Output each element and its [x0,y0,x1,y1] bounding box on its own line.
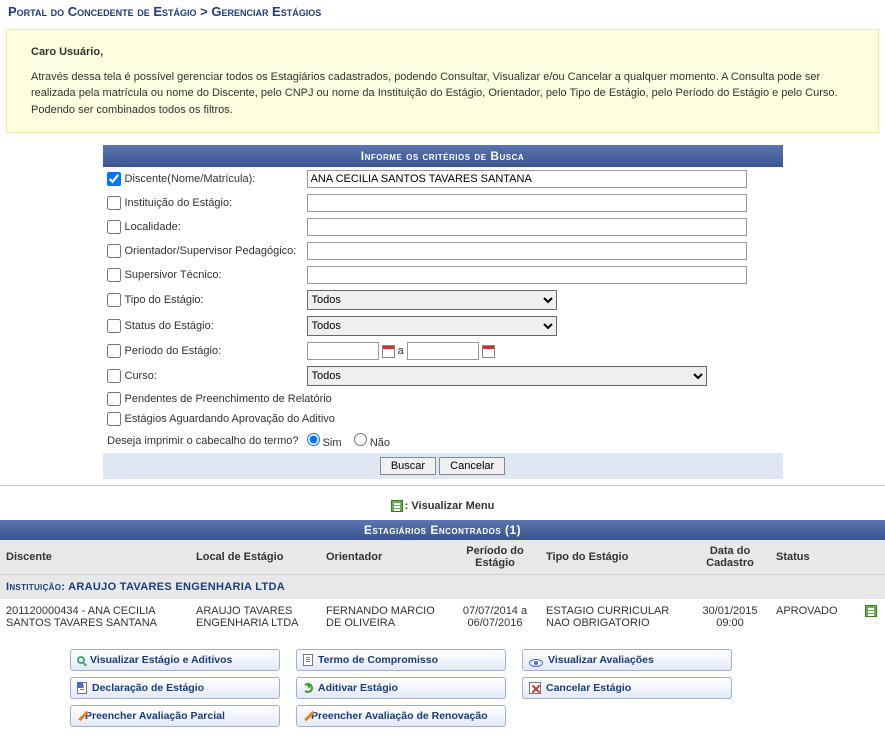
lbl-supervisor: Supersivor Técnico: [125,269,222,281]
refresh-icon [303,683,313,693]
menu-label: Visualizar Estágio e Aditivos [90,654,232,666]
legend-text: : Visualizar Menu [405,500,495,512]
periodo-sep: a [398,345,404,357]
menu-label: Preencher Avaliação Parcial [85,710,225,722]
menu-cancelar-estagio[interactable]: Cancelar Estágio [522,677,732,699]
cancel-icon [529,682,541,694]
chk-discente[interactable] [107,172,121,186]
cell-status: APROVADO [770,599,859,635]
chk-aguardando[interactable] [107,412,121,426]
lbl-print: Deseja imprimir o cabecalho do termo? [107,435,298,447]
select-status[interactable]: Todos [307,316,557,336]
lbl-aguardando: Estágios Aguardando Aprovação do Aditivo [125,413,335,425]
lbl-nao: Não [370,437,390,449]
lbl-curso: Curso: [125,370,157,382]
col-orientador: Orientador [320,540,450,575]
input-instituicao[interactable] [307,194,747,212]
lbl-tipo: Tipo do Estágio: [125,294,204,306]
cell-discente: 201120000434 - ANA CECILIA SANTOS TAVARE… [0,599,190,635]
notice-greeting: Caro Usuário, [31,44,854,61]
inst-name: ARAUJO TAVARES ENGENHARIA LTDA [68,581,285,593]
cell-orientador: FERNANDO MARCIO DE OLIVEIRA [320,599,450,635]
results-header: Estagiários Encontrados (1) [0,520,885,540]
buscar-button[interactable]: Buscar [380,457,436,475]
lbl-localidade: Localidade: [125,221,181,233]
document-icon [303,654,313,666]
menu-declaracao[interactable]: Declaração de Estágio [70,677,280,699]
select-tipo[interactable]: Todos [307,290,557,310]
menu-label: Aditivar Estágio [318,682,398,694]
search-icon [77,656,85,664]
menu-label: Termo de Compromisso [318,654,438,666]
input-periodo-inicio[interactable] [307,342,379,360]
lbl-orientador: Orientador/Supervisor Pedagógico: [125,245,297,257]
cancelar-button[interactable]: Cancelar [439,457,505,475]
results-table: Discente Local de Estágio Orientador Per… [0,540,885,741]
chk-curso[interactable] [107,369,121,383]
col-periodo: Período do Estágio [450,540,540,575]
table-header-row: Discente Local de Estágio Orientador Per… [0,540,885,575]
cell-cadastro: 30/01/2015 09:00 [690,599,770,635]
menu-visualizar-aval[interactable]: Visualizar Avaliações [522,649,732,671]
lbl-pendentes: Pendentes de Preenchimento de Relatório [125,393,332,405]
notice-body: Através dessa tela é possível gerenciar … [31,71,838,116]
chk-tipo[interactable] [107,293,121,307]
legend-row: : Visualizar Menu [0,492,885,520]
menu-aval-renov[interactable]: Preencher Avaliação de Renovação [296,705,506,727]
menu-label: Visualizar Avaliações [548,654,654,666]
calendar-icon[interactable] [382,345,395,358]
calendar-icon[interactable] [482,345,495,358]
menu-aditivar[interactable]: Aditivar Estágio [296,677,506,699]
lbl-discente: Discente(Nome/Matrícula): [125,173,256,185]
eye-icon [529,659,543,667]
search-criteria-section: Informe os critérios de Busca Discente(N… [103,145,783,479]
action-menu: Visualizar Estágio e Aditivos Termo de C… [70,649,815,727]
radio-nao[interactable] [354,433,367,446]
cell-tipo: ESTAGIO CURRICULAR NAO OBRIGATORIO [540,599,690,635]
table-row: 201120000434 - ANA CECILIA SANTOS TAVARE… [0,599,885,635]
chk-localidade[interactable] [107,220,121,234]
chk-instituicao[interactable] [107,196,121,210]
menu-aval-parcial[interactable]: Preencher Avaliação Parcial [70,705,280,727]
input-orientador[interactable] [307,242,747,260]
row-menu-icon[interactable] [865,605,877,617]
chk-orientador[interactable] [107,244,121,258]
cell-local: ARAUJO TAVARES ENGENHARIA LTDA [190,599,320,635]
radio-sim[interactable] [307,433,320,446]
chk-periodo[interactable] [107,344,121,358]
lbl-instituicao: Instituição do Estágio: [125,197,233,209]
col-cadastro: Data do Cadastro [690,540,770,575]
menu-termo[interactable]: Termo de Compromisso [296,649,506,671]
criteria-header: Informe os critérios de Busca [103,145,783,167]
input-localidade[interactable] [307,218,747,236]
chk-status[interactable] [107,319,121,333]
chk-pendentes[interactable] [107,392,121,406]
lbl-status: Status do Estágio: [125,320,214,332]
inst-label: Instituição: [6,581,65,593]
col-discente: Discente [0,540,190,575]
col-status: Status [770,540,859,575]
document-icon [77,682,87,694]
input-periodo-fim[interactable] [407,342,479,360]
notice-box: Caro Usuário, Através dessa tela é possí… [6,29,879,133]
menu-label: Preencher Avaliação de Renovação [311,710,488,722]
lbl-sim: Sim [323,437,342,449]
menu-visualizar-estagio[interactable]: Visualizar Estágio e Aditivos [70,649,280,671]
breadcrumb: Portal do Concedente de Estágio > Gerenc… [0,0,885,23]
menu-label: Declaração de Estágio [92,682,204,694]
select-curso[interactable]: Todos [307,366,707,386]
input-supervisor[interactable] [307,266,747,284]
cell-periodo: 07/07/2014 a 06/07/2016 [450,599,540,635]
input-discente[interactable] [307,170,747,188]
chk-supervisor[interactable] [107,268,121,282]
col-local: Local de Estágio [190,540,320,575]
lbl-periodo: Período do Estágio: [125,345,222,357]
menu-icon [391,500,403,512]
col-tipo: Tipo do Estágio [540,540,690,575]
institution-row: Instituição: ARAUJO TAVARES ENGENHARIA L… [0,575,885,600]
menu-label: Cancelar Estágio [546,682,631,694]
